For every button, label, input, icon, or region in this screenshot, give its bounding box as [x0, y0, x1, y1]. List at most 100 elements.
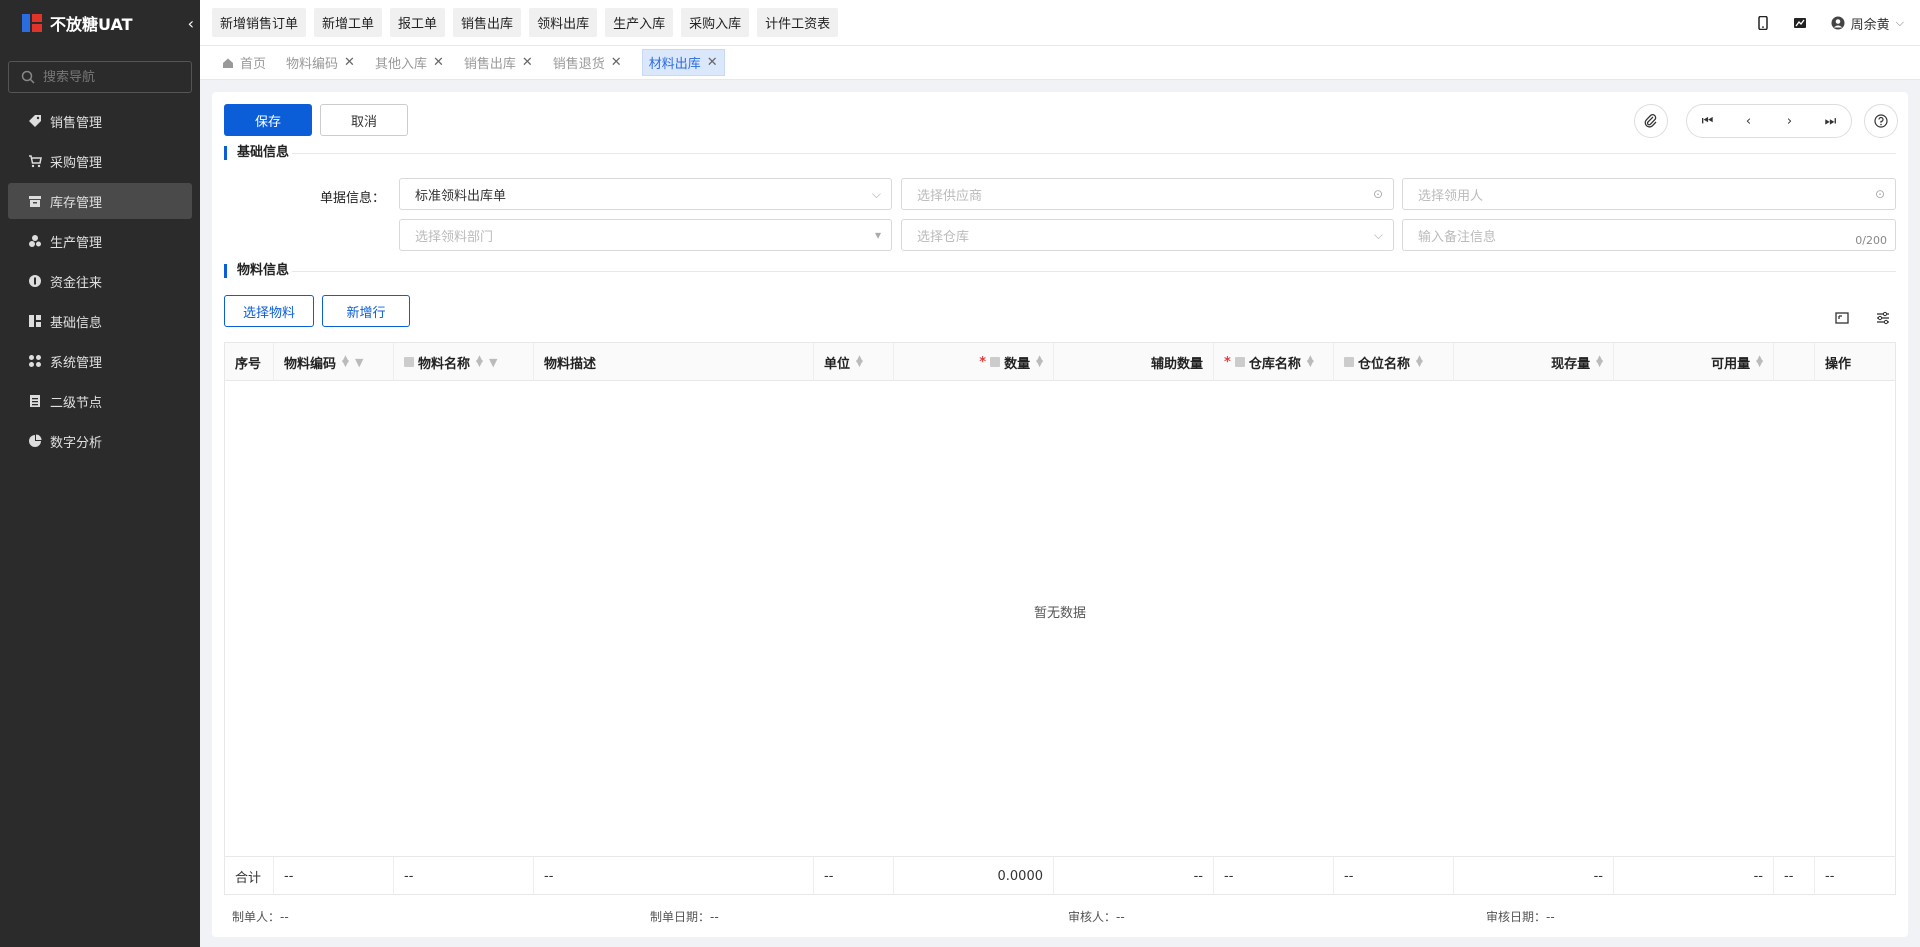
col-available[interactable]: 可用量 ▲ ▼ — [1614, 343, 1774, 381]
quick-action-material-requisition[interactable]: 领料出库 — [529, 8, 598, 37]
sort-icon[interactable]: ▲ ▼ — [1416, 355, 1423, 369]
table-summary-row: 合计 -- -- -- -- 0.0000 -- -- -- -- -- -- … — [225, 856, 1895, 895]
user-avatar-icon — [1831, 16, 1845, 30]
previous-record-icon[interactable]: ‹ — [1734, 114, 1764, 129]
maker-info: 制单人：-- — [232, 910, 289, 924]
quick-action-sales-outbound[interactable]: 销售出库 — [453, 8, 522, 37]
section-divider — [292, 271, 1896, 272]
sidebar-item-inventory[interactable]: 库存管理 — [8, 183, 192, 219]
close-icon[interactable]: ✕ — [433, 55, 444, 70]
nav-search-input[interactable] — [43, 69, 183, 85]
close-icon[interactable]: ✕ — [707, 55, 718, 70]
summary-quantity: 0.0000 — [894, 857, 1054, 895]
save-button[interactable]: 保存 — [224, 104, 312, 136]
col-warehouse-name[interactable]: * 仓库名称 ▲ ▼ — [1214, 343, 1334, 381]
nav-search[interactable] — [8, 61, 192, 93]
col-on-hand[interactable]: 现存量 ▲ ▼ — [1454, 343, 1614, 381]
select-material-button[interactable]: 选择物料 — [224, 295, 314, 327]
top-right-tools: 周余黄 ⌵ — [1757, 0, 1904, 46]
first-record-icon[interactable]: ⏮ — [1693, 114, 1723, 129]
warehouse-select[interactable]: 选择仓库 ⌵ — [901, 219, 1394, 251]
add-row-button[interactable]: 新增行 — [322, 295, 410, 327]
help-icon — [1874, 114, 1888, 128]
edit-marker-icon — [990, 357, 1001, 367]
filter-icon[interactable]: ▼ — [489, 356, 497, 369]
sidebar-item-finance[interactable]: 资金往来 — [8, 263, 192, 299]
tab-home[interactable]: 首页 — [222, 53, 266, 72]
sort-icon[interactable]: ▲ ▼ — [1307, 355, 1314, 369]
tab-label: 其他入库 — [374, 57, 427, 72]
quick-action-new-sales-order[interactable]: 新增销售订单 — [212, 8, 307, 37]
last-record-icon[interactable]: ⏭ — [1816, 114, 1846, 129]
sidebar-item-purchase[interactable]: 采购管理 — [8, 143, 192, 179]
sort-icon[interactable]: ▲ ▼ — [1036, 355, 1043, 369]
search-icon: ⊙ — [1874, 187, 1885, 201]
sidebar-item-production[interactable]: 生产管理 — [8, 223, 192, 259]
search-icon: ⊙ — [1372, 187, 1383, 201]
next-record-icon[interactable]: › — [1775, 114, 1805, 129]
summary-cell: -- — [1774, 857, 1815, 895]
settings-sliders-icon[interactable] — [1875, 310, 1891, 326]
quick-action-production-inbound[interactable]: 生产入库 — [605, 8, 674, 37]
edit-marker-icon — [1344, 357, 1354, 367]
collapse-sidebar-icon[interactable]: ‹ — [188, 14, 194, 33]
tab-other-inbound[interactable]: 其他入库 ✕ — [375, 53, 444, 72]
auditor-info: 审核人：-- — [1068, 910, 1125, 924]
sort-icon[interactable]: ▲ ▼ — [1596, 355, 1603, 369]
doc-type-value: 标准领料出库单 — [415, 188, 507, 204]
sidebar-item-basic-info[interactable]: 基础信息 — [8, 303, 192, 339]
fullscreen-icon[interactable] — [1834, 310, 1850, 326]
system-icon — [29, 355, 41, 367]
screen-icon[interactable] — [1793, 16, 1807, 30]
col-material-code[interactable]: 物料编码 ▲ ▼ ▼ — [274, 343, 394, 381]
sidebar-item-secondary-node[interactable]: 二级节点 — [8, 383, 192, 419]
filter-icon[interactable]: ▼ — [355, 356, 363, 369]
tab-material-code[interactable]: 物料编码 ✕ — [286, 53, 355, 72]
picker-select[interactable]: 选择领用人 ⊙ — [1402, 178, 1896, 210]
tab-sales-outbound[interactable]: 销售出库 ✕ — [464, 53, 533, 72]
close-icon[interactable]: ✕ — [344, 55, 355, 70]
sort-icon[interactable]: ▲ ▼ — [856, 355, 863, 369]
mobile-icon[interactable] — [1757, 16, 1769, 30]
sort-icon[interactable]: ▲ ▼ — [342, 355, 349, 369]
department-select[interactable]: 选择领料部门 ▾ — [399, 219, 892, 251]
close-icon[interactable]: ✕ — [522, 55, 533, 70]
search-icon — [21, 70, 35, 84]
remark-textarea[interactable]: 输入备注信息 0/200 — [1402, 219, 1896, 251]
user-menu[interactable]: 周余黄 ⌵ — [1831, 14, 1904, 33]
col-location-name[interactable]: 仓位名称 ▲ ▼ — [1334, 343, 1454, 381]
quick-action-piece-wage[interactable]: 计件工资表 — [757, 8, 839, 37]
quick-action-purchase-inbound[interactable]: 采购入库 — [681, 8, 750, 37]
table-header: 序号 物料编码 ▲ ▼ ▼ 物料名称 ▲ ▼ ▼ 物料描述 单位 ▲ ▼ * 数量 ▲ ▼ 辅助数量 … — [225, 343, 1895, 381]
department-placeholder: 选择领料部门 — [415, 229, 494, 245]
user-name: 周余黄 — [1850, 17, 1890, 33]
col-material-desc: 物料描述 — [534, 343, 814, 381]
attachment-button[interactable] — [1634, 104, 1668, 138]
col-material-name[interactable]: 物料名称 ▲ ▼ ▼ — [394, 343, 534, 381]
summary-cell: -- — [1825, 868, 1835, 884]
quick-action-work-report[interactable]: 报工单 — [390, 8, 446, 37]
sidebar-item-analytics[interactable]: 数字分析 — [8, 423, 192, 459]
sidebar-item-label: 销售管理 — [50, 115, 103, 131]
col-unit[interactable]: 单位 ▲ ▼ — [814, 343, 894, 381]
section-divider — [292, 153, 1896, 154]
sidebar-item-sales[interactable]: 销售管理 — [8, 103, 192, 139]
quick-action-new-work-order[interactable]: 新增工单 — [314, 8, 383, 37]
sidebar-item-label: 系统管理 — [50, 355, 103, 371]
help-button[interactable] — [1864, 104, 1898, 138]
doc-type-select[interactable]: 标准领料出库单 ⌵ — [399, 178, 892, 210]
sort-icon[interactable]: ▲ ▼ — [1756, 355, 1763, 369]
col-quantity[interactable]: * 数量 ▲ ▼ — [894, 343, 1054, 381]
tab-sales-return[interactable]: 销售退货 ✕ — [553, 53, 622, 72]
summary-cell: -- — [1054, 857, 1214, 895]
summary-cell: -- — [1334, 857, 1454, 895]
tab-material-outbound[interactable]: 材料出库 ✕ — [641, 49, 725, 76]
col-index: 序号 — [225, 343, 274, 381]
cart-icon — [29, 155, 42, 168]
sidebar-item-system[interactable]: 系统管理 — [8, 343, 192, 379]
close-icon[interactable]: ✕ — [611, 55, 622, 70]
supplier-select[interactable]: 选择供应商 ⊙ — [901, 178, 1394, 210]
tab-label: 物料编码 — [286, 57, 339, 72]
cancel-button[interactable]: 取消 — [320, 104, 408, 136]
sort-icon[interactable]: ▲ ▼ — [476, 355, 483, 369]
